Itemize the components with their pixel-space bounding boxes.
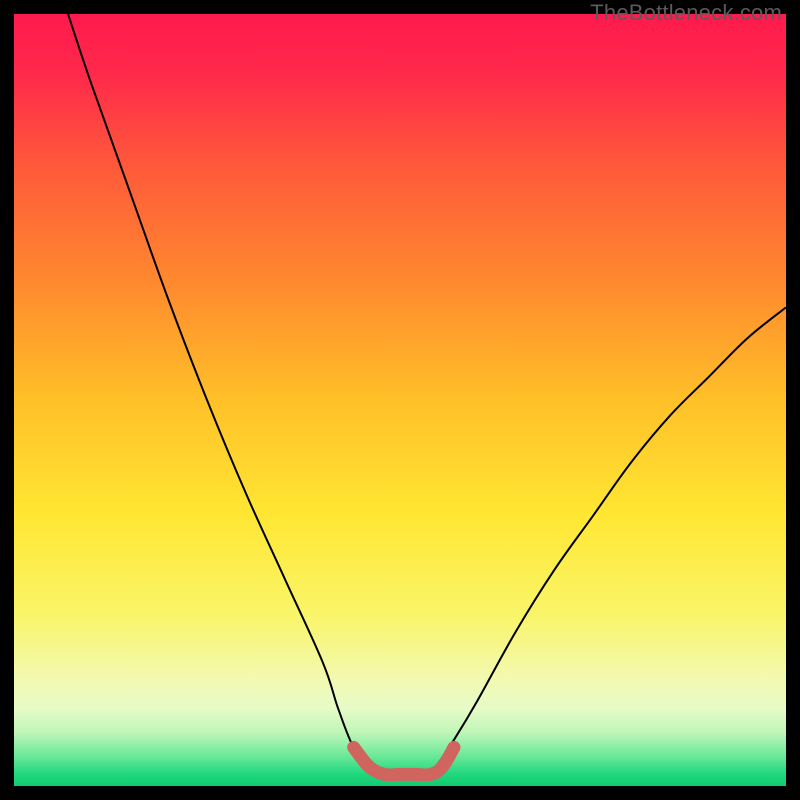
watermark-text: TheBottleneck.com [590,0,782,26]
bottleneck-chart [14,14,786,786]
chart-frame: TheBottleneck.com [0,0,800,800]
gradient-background [14,14,786,786]
